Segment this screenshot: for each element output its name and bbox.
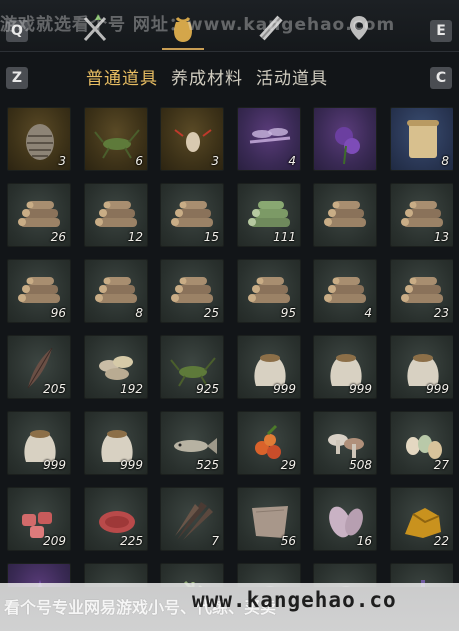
inventory-slot[interactable]: 29 bbox=[237, 411, 301, 475]
inventory-slot[interactable]: 23 bbox=[390, 259, 453, 323]
inventory-slot[interactable]: 192 bbox=[84, 335, 148, 399]
item-count: 13 bbox=[433, 230, 449, 244]
item-count: 15 bbox=[203, 230, 219, 244]
item-count: 96 bbox=[50, 306, 66, 320]
inventory-slot[interactable]: 96 bbox=[7, 259, 71, 323]
item-count: 999 bbox=[43, 458, 66, 472]
inventory-slot[interactable]: 8 bbox=[84, 259, 148, 323]
item-count: 3 bbox=[211, 154, 219, 168]
item-count: 925 bbox=[196, 382, 219, 396]
inventory-slot[interactable]: 999 bbox=[237, 335, 301, 399]
inventory-slot[interactable]: 15 bbox=[160, 183, 224, 247]
watermark-bottom: 看个号专业网易游戏小号、代练、买卖 www.kangehao.co bbox=[0, 583, 459, 631]
inventory-slot[interactable]: 4 bbox=[313, 259, 377, 323]
inventory-slot[interactable]: 508 bbox=[313, 411, 377, 475]
category-tabs: 普通道具 养成材料 活动道具 bbox=[86, 64, 328, 89]
inventory-slot[interactable]: 999 bbox=[390, 335, 453, 399]
active-tab-indicator bbox=[162, 48, 204, 50]
inventory-slot[interactable]: 56 bbox=[237, 487, 301, 551]
inventory-slot[interactable]: 16 bbox=[313, 487, 377, 551]
item-count: 27 bbox=[433, 458, 449, 472]
prev-category-key-hint[interactable]: Z bbox=[6, 67, 28, 89]
inventory-slot[interactable]: 22 bbox=[390, 487, 453, 551]
inventory-slot[interactable] bbox=[313, 183, 377, 247]
inventory-slot[interactable]: 95 bbox=[237, 259, 301, 323]
inventory-slot[interactable]: 25 bbox=[160, 259, 224, 323]
inventory-slot[interactable]: 27 bbox=[390, 411, 453, 475]
item-count: 3 bbox=[58, 154, 66, 168]
item-count: 16 bbox=[356, 534, 372, 548]
item-count: 95 bbox=[280, 306, 296, 320]
inventory-slot[interactable]: 3 bbox=[160, 107, 224, 171]
item-count: 22 bbox=[433, 534, 449, 548]
inventory-slot[interactable]: 6 bbox=[84, 107, 148, 171]
item-count: 6 bbox=[135, 154, 143, 168]
item-count: 12 bbox=[127, 230, 143, 244]
inventory-slot[interactable]: 925 bbox=[160, 335, 224, 399]
watermark-url: www.kangehao.co bbox=[192, 588, 397, 612]
item-count: 999 bbox=[120, 458, 143, 472]
inventory-slot[interactable] bbox=[313, 107, 377, 171]
item-count: 29 bbox=[280, 458, 296, 472]
item-count: 192 bbox=[120, 382, 143, 396]
inventory-grid: 3 6 3 4 8 26 12 15 111 13 96 8 25 95 4 23 205 192 925 999 99… bbox=[7, 107, 453, 587]
item-count: 26 bbox=[50, 230, 66, 244]
item-count: 999 bbox=[349, 382, 372, 396]
inventory-slot[interactable]: 26 bbox=[7, 183, 71, 247]
inventory-slot[interactable]: 999 bbox=[313, 335, 377, 399]
category-tab-event-items[interactable]: 活动道具 bbox=[256, 64, 328, 89]
item-count: 23 bbox=[433, 306, 449, 320]
item-count: 205 bbox=[43, 382, 66, 396]
item-count: 525 bbox=[196, 458, 219, 472]
category-tab-common-items[interactable]: 普通道具 bbox=[86, 64, 158, 89]
inventory-slot[interactable]: 4 bbox=[237, 107, 301, 171]
inventory-slot[interactable]: 13 bbox=[390, 183, 453, 247]
inventory-slot[interactable]: 209 bbox=[7, 487, 71, 551]
item-count: 225 bbox=[120, 534, 143, 548]
item-count: 56 bbox=[280, 534, 296, 548]
inventory-slot[interactable]: 205 bbox=[7, 335, 71, 399]
top-tab-bar: Q E 游戏就选看个号 网址：www.kangehao.com bbox=[0, 0, 459, 52]
inventory-slot[interactable]: 8 bbox=[390, 107, 453, 171]
inventory-slot[interactable]: 525 bbox=[160, 411, 224, 475]
inventory-slot[interactable]: 999 bbox=[7, 411, 71, 475]
item-count: 8 bbox=[135, 306, 143, 320]
inventory-slot[interactable]: 3 bbox=[7, 107, 71, 171]
item-count: 508 bbox=[349, 458, 372, 472]
inventory-slot[interactable]: 12 bbox=[84, 183, 148, 247]
watermark-top: 游戏就选看个号 网址：www.kangehao.com bbox=[0, 15, 396, 35]
inventory-slot[interactable]: 111 bbox=[237, 183, 301, 247]
item-count: 209 bbox=[43, 534, 66, 548]
item-count: 4 bbox=[364, 306, 372, 320]
item-count: 8 bbox=[441, 154, 449, 168]
inventory-slot[interactable]: 999 bbox=[84, 411, 148, 475]
inventory-slot[interactable]: 7 bbox=[160, 487, 224, 551]
item-count: 25 bbox=[203, 306, 219, 320]
category-tab-materials[interactable]: 养成材料 bbox=[171, 64, 243, 89]
next-category-key-hint[interactable]: C bbox=[430, 67, 452, 89]
item-count: 999 bbox=[426, 382, 449, 396]
item-count: 4 bbox=[288, 154, 296, 168]
inventory-slot[interactable]: 225 bbox=[84, 487, 148, 551]
item-count: 999 bbox=[273, 382, 296, 396]
item-count: 111 bbox=[273, 230, 296, 244]
item-count: 7 bbox=[211, 534, 219, 548]
